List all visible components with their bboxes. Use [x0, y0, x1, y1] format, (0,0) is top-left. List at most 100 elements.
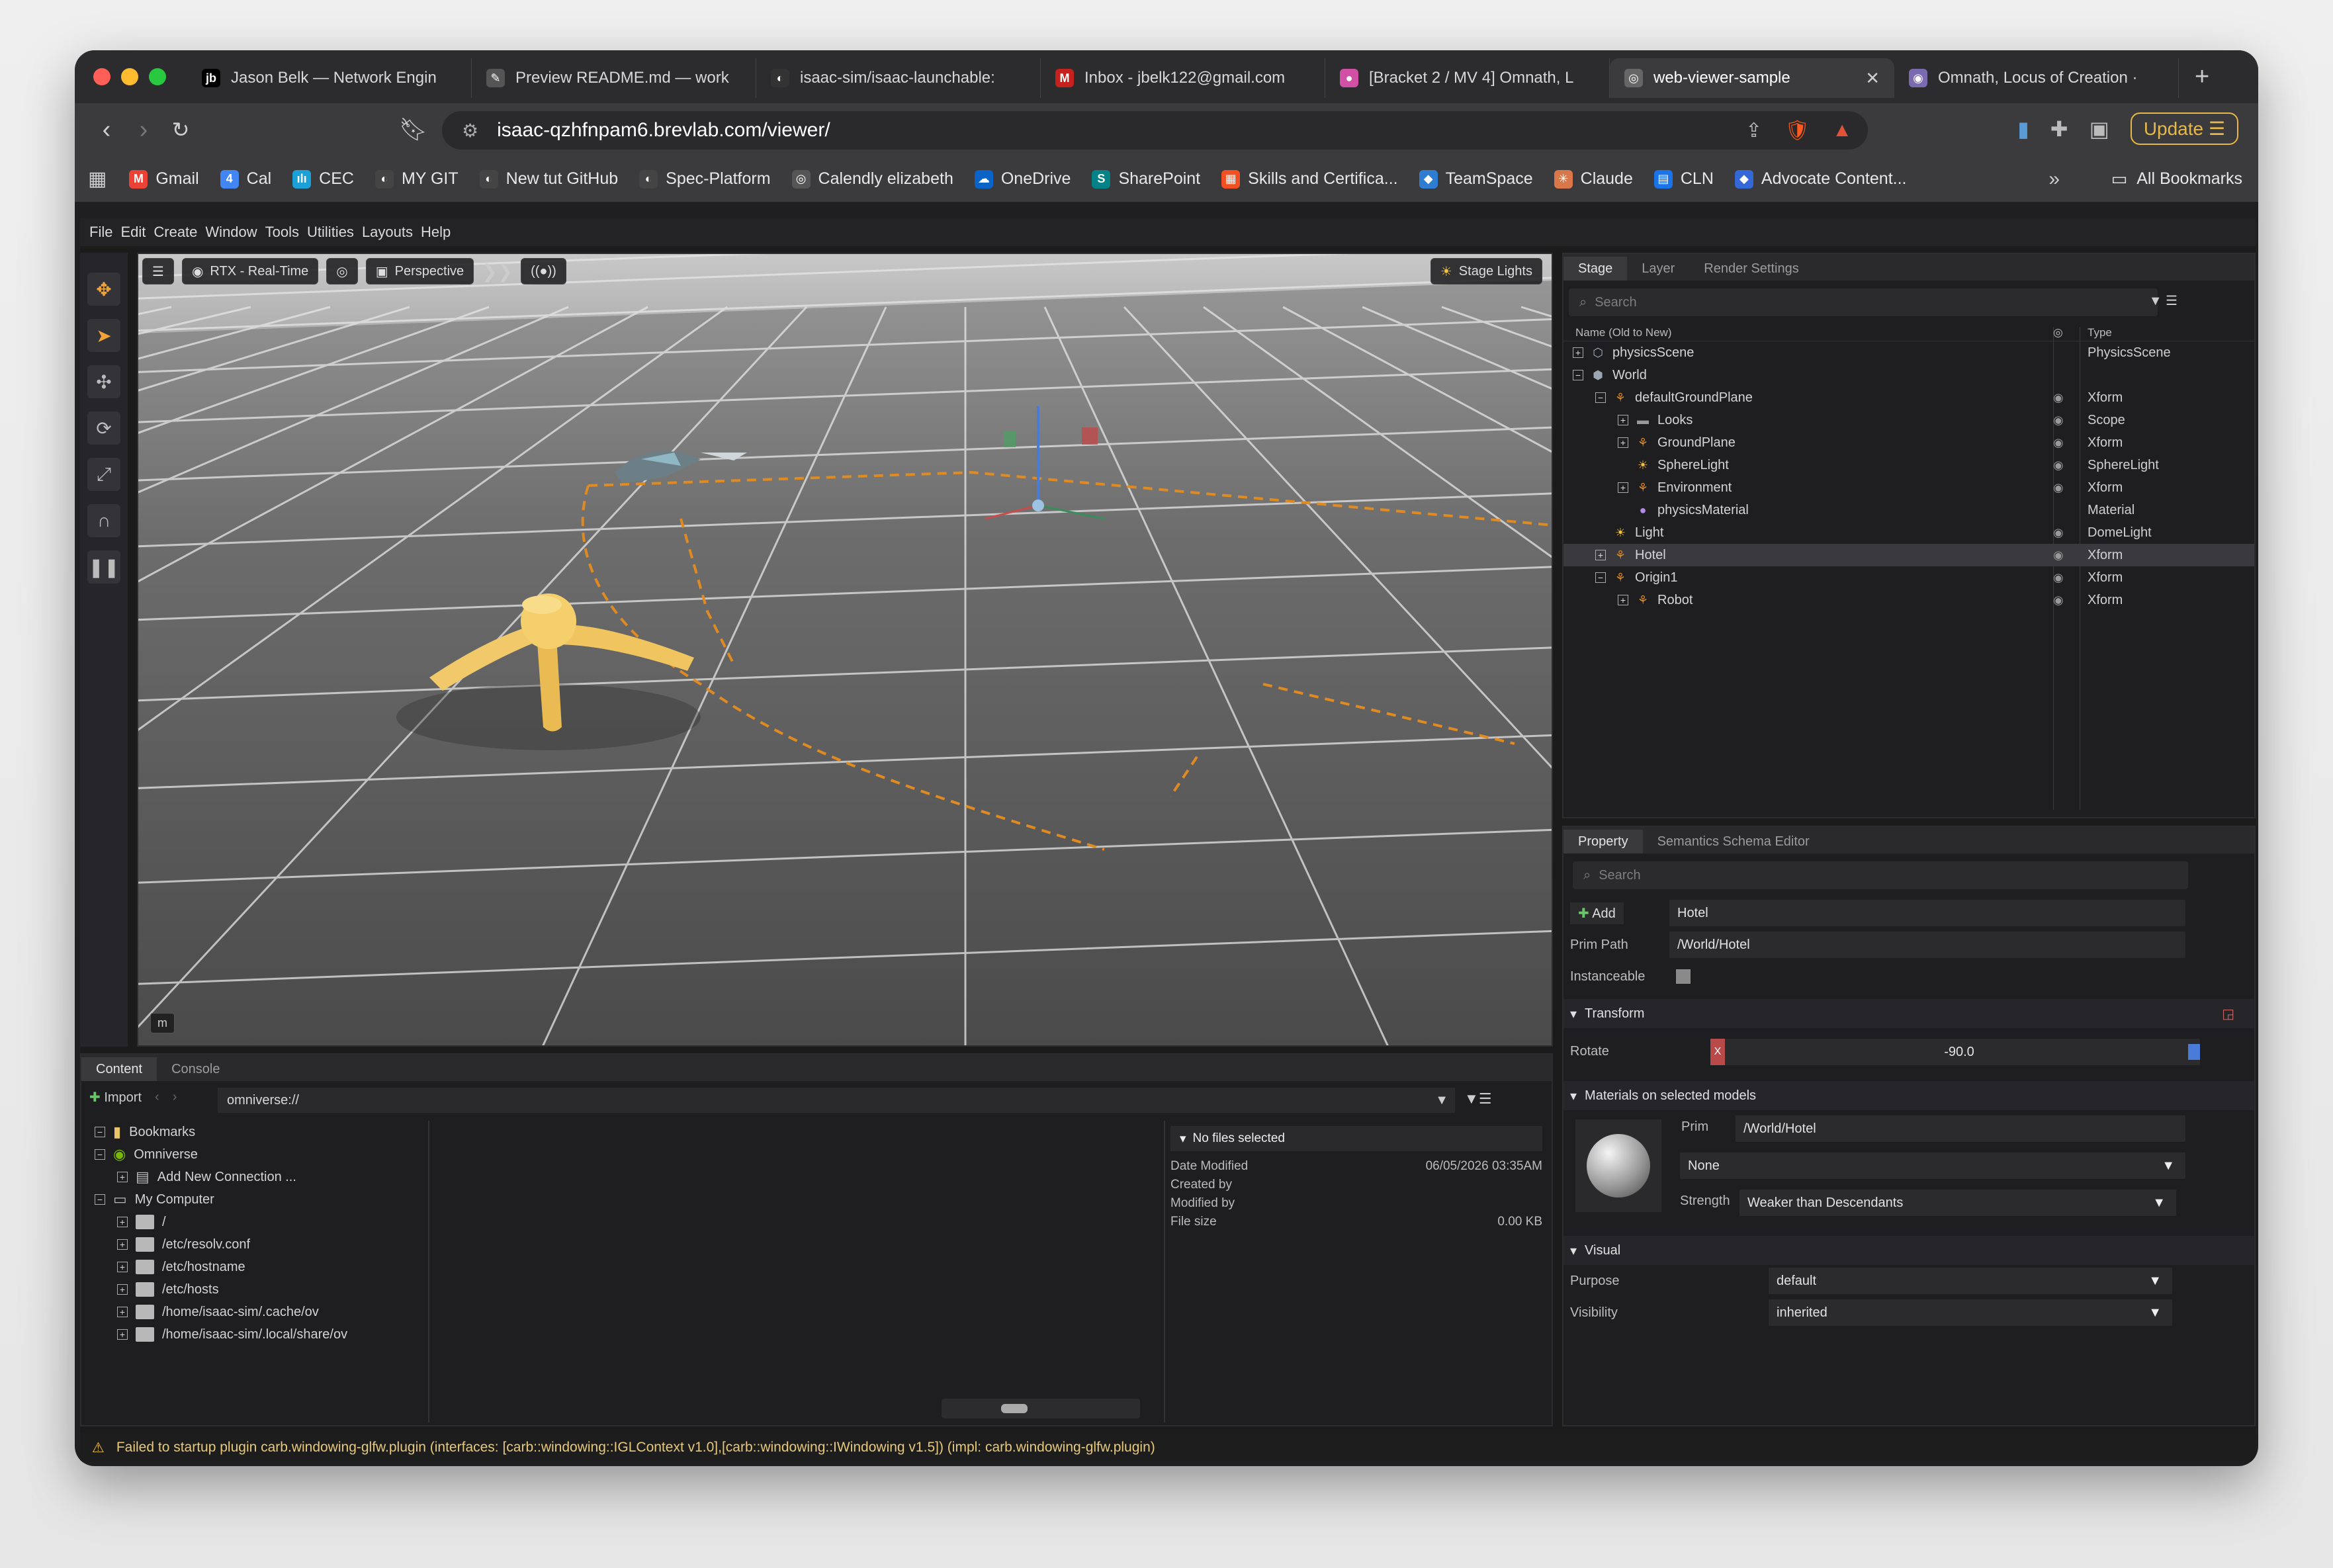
- content-tree-item[interactable]: − ◉ Omniverse: [85, 1143, 428, 1166]
- close-tab-icon[interactable]: ✕: [1865, 68, 1880, 89]
- stage-tree-row[interactable]: − ⚘ defaultGroundPlane ◉ Xform: [1563, 386, 2254, 409]
- viewport[interactable]: ☰ ◉ RTX - Real-Time ◎ ▣ Perspective ❯❯ ((●…: [137, 253, 1553, 1047]
- menu-create[interactable]: Create: [154, 224, 197, 241]
- bookmark-item[interactable]: ◐ Spec-Platform: [639, 169, 771, 189]
- expand-icon[interactable]: +: [117, 1217, 128, 1227]
- rotate-field[interactable]: X -90.0: [1710, 1039, 2200, 1065]
- wallet-icon[interactable]: ▣: [2090, 116, 2109, 142]
- content-tree-item[interactable]: + /home/isaac-sim/.local/share/ov: [85, 1323, 428, 1346]
- filter-icon[interactable]: ▼☰: [1464, 1090, 1492, 1108]
- broadcast-button[interactable]: ((●)): [521, 258, 566, 284]
- file-info-header[interactable]: ▾ No files selected: [1170, 1126, 1542, 1151]
- bookmark-item[interactable]: ✳ Claude: [1554, 169, 1633, 189]
- add-button[interactable]: ✚ Add: [1570, 902, 1624, 924]
- magnet-icon[interactable]: ∩: [87, 504, 120, 537]
- dropdown-icon[interactable]: ▼: [1435, 1093, 1448, 1108]
- collapse-icon[interactable]: −: [95, 1194, 105, 1205]
- viewport-overlay-label[interactable]: m: [150, 1013, 175, 1033]
- filter-icon[interactable]: ▼ ☰: [2149, 292, 2178, 309]
- content-tree-item[interactable]: − ▮ Bookmarks: [85, 1121, 428, 1143]
- tab-semantics-schema-editor[interactable]: Semantics Schema Editor: [1643, 830, 1824, 853]
- expand-icon[interactable]: +: [117, 1329, 128, 1340]
- expand-icon[interactable]: +: [1618, 437, 1628, 448]
- menu-layouts[interactable]: Layouts: [362, 224, 413, 241]
- expand-icon[interactable]: +: [117, 1307, 128, 1317]
- site-settings-icon[interactable]: ⚙: [462, 120, 478, 142]
- visibility-eye-icon[interactable]: ◉: [2053, 436, 2064, 450]
- expand-icon[interactable]: +: [117, 1239, 128, 1250]
- brave-shield-icon[interactable]: 🛡︎: [1784, 119, 1810, 142]
- stage-tree-row[interactable]: + ⚘ Robot ◉ Xform: [1563, 589, 2254, 611]
- stage-tree-row[interactable]: ☀ Light ◉ DomeLight: [1563, 521, 2254, 544]
- browser-tab[interactable]: jb Jason Belk — Network Engin: [187, 58, 472, 98]
- browser-tab[interactable]: ◉ Omnath, Locus of Creation ·: [1894, 58, 2179, 98]
- col-type-header[interactable]: Type: [2088, 326, 2112, 339]
- collapse-icon[interactable]: −: [1595, 572, 1606, 583]
- material-prim-field[interactable]: /World/Hotel: [1736, 1115, 2185, 1142]
- select-icon[interactable]: ➤: [87, 319, 120, 352]
- minimize-window-button[interactable]: [121, 68, 138, 85]
- bookmark-item[interactable]: ılı CEC: [292, 169, 354, 189]
- snap-icon[interactable]: ✥: [87, 273, 120, 306]
- bookmark-icon[interactable]: 🔖︎: [399, 116, 427, 143]
- stage-tree-row[interactable]: ☀ SphereLight ◉ SphereLight: [1563, 454, 2254, 476]
- expand-icon[interactable]: +: [1618, 595, 1628, 605]
- browser-tab[interactable]: ● [Bracket 2 / MV 4] Omnath, L: [1325, 58, 1610, 98]
- content-tree-item[interactable]: + /: [85, 1211, 428, 1233]
- bookmark-item[interactable]: S SharePoint: [1092, 169, 1200, 189]
- render-mode-button[interactable]: ◉ RTX - Real-Time: [181, 258, 319, 284]
- tab-stage[interactable]: Stage: [1563, 257, 1628, 281]
- visibility-eye-icon[interactable]: ◉: [2053, 391, 2064, 405]
- stage-tree-row[interactable]: + ⚘ Hotel ◉ Xform: [1563, 544, 2254, 566]
- back-icon[interactable]: ‹: [155, 1090, 159, 1105]
- property-search[interactable]: ⌕ Search: [1573, 861, 2188, 889]
- menu-help[interactable]: Help: [421, 224, 451, 241]
- move-icon[interactable]: ✣: [87, 365, 120, 398]
- import-button[interactable]: ✚ Import: [89, 1089, 142, 1106]
- visibility-select[interactable]: inherited ▼: [1769, 1299, 2172, 1326]
- tab-console[interactable]: Console: [157, 1057, 234, 1081]
- viewport-settings-button[interactable]: ☰: [142, 258, 174, 284]
- brave-rewards-icon[interactable]: ▲: [1832, 119, 1852, 142]
- expand-icon[interactable]: +: [1618, 482, 1628, 493]
- bookmark-item[interactable]: ◐ MY GIT: [374, 169, 459, 189]
- visibility-eye-icon[interactable]: ◉: [2053, 548, 2064, 562]
- content-tree-item[interactable]: + ▤ Add New Connection ...: [85, 1166, 428, 1188]
- reload-icon[interactable]: ↻: [162, 117, 199, 142]
- menu-tools[interactable]: Tools: [265, 224, 299, 241]
- bookmark-item[interactable]: ▦ Skills and Certifica...: [1221, 169, 1398, 189]
- tab-layer[interactable]: Layer: [1627, 257, 1689, 281]
- collapse-icon[interactable]: −: [1595, 392, 1606, 403]
- expand-icon[interactable]: +: [1595, 550, 1606, 560]
- bookmark-item[interactable]: ◆ TeamSpace: [1419, 169, 1533, 189]
- browser-tab[interactable]: ◐ isaac-sim/isaac-launchable:: [756, 58, 1041, 98]
- materials-section[interactable]: ▾ Materials on selected models: [1563, 1081, 2254, 1110]
- all-bookmarks-button[interactable]: ▭ All Bookmarks: [2111, 169, 2242, 189]
- collapse-icon[interactable]: −: [95, 1149, 105, 1160]
- expand-icon[interactable]: +: [117, 1284, 128, 1295]
- browser-tab[interactable]: ✎ Preview README.md — work: [472, 58, 756, 98]
- visibility-eye-icon[interactable]: ◉: [2053, 414, 2064, 427]
- collapse-icon[interactable]: −: [1573, 370, 1583, 380]
- col-name-header[interactable]: Name (Old to New): [1575, 326, 1671, 339]
- transform-section[interactable]: ▾ Transform ◲: [1563, 999, 2254, 1028]
- rotate-icon[interactable]: ⟳: [87, 412, 120, 445]
- rotate-reset-icon[interactable]: [2188, 1044, 2200, 1060]
- content-scrollbar[interactable]: [942, 1399, 1140, 1418]
- visibility-eye-icon[interactable]: ◉: [2053, 593, 2064, 607]
- transform-settings-icon[interactable]: ◲: [2222, 1006, 2234, 1022]
- expand-icon[interactable]: +: [117, 1262, 128, 1272]
- content-tree-item[interactable]: − ▭ My Computer: [85, 1188, 428, 1211]
- rotate-value[interactable]: -90.0: [1944, 1045, 1974, 1060]
- more-bookmarks-icon[interactable]: »: [2048, 168, 2060, 191]
- url-text[interactable]: isaac-qzhfnpam6.brevlab.com/viewer/: [497, 119, 830, 142]
- scroll-thumb[interactable]: [1001, 1404, 1028, 1413]
- stage-search[interactable]: ⌕ Search ▼ ☰: [1569, 288, 2178, 316]
- menu-edit[interactable]: Edit: [120, 224, 146, 241]
- menu-file[interactable]: File: [89, 224, 112, 241]
- visibility-eye-icon[interactable]: ◉: [2053, 571, 2064, 585]
- browser-tab[interactable]: M Inbox - jbelk122@gmail.com: [1041, 58, 1325, 98]
- share-icon[interactable]: ⇪: [1745, 119, 1762, 142]
- visibility-eye-icon[interactable]: ◉: [2053, 481, 2064, 495]
- zoom-window-button[interactable]: [149, 68, 166, 85]
